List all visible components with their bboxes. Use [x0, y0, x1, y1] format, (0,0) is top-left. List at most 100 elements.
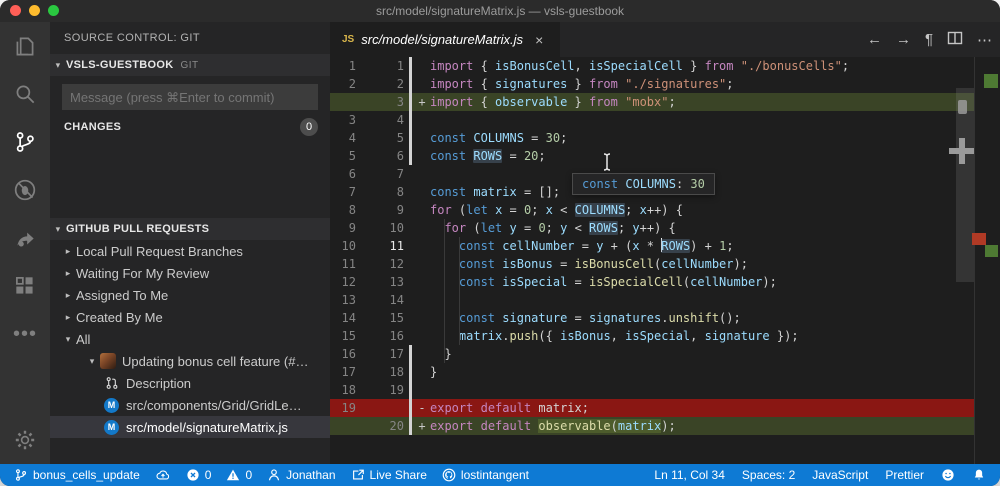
tree-item[interactable]: ▸Assigned To Me: [50, 284, 330, 306]
status-label: 0: [245, 468, 252, 482]
editor-scrollbar[interactable]: [956, 88, 975, 282]
search-icon: [12, 81, 38, 107]
status-warnings[interactable]: 0: [226, 468, 252, 482]
status-bar-right: Ln 11, Col 34 Spaces: 2 JavaScript Prettier: [654, 468, 986, 482]
status-user[interactable]: Jonathan: [267, 468, 335, 482]
status-errors[interactable]: 0: [186, 468, 212, 482]
status-live-share[interactable]: Live Share: [351, 468, 427, 482]
more-actions-button[interactable]: ⋯: [977, 31, 992, 49]
zoom-window-button[interactable]: [48, 5, 59, 16]
code-line[interactable]: 89for (let x = 0; x < COLUMNS; x++) {: [330, 201, 974, 219]
toggle-render-whitespace-button[interactable]: ¶: [925, 31, 933, 48]
git-pull-request-icon: [104, 375, 120, 391]
code-line[interactable]: 22import { signatures } from "./signatur…: [330, 75, 974, 93]
activity-share-button[interactable]: [0, 214, 50, 262]
code-line[interactable]: 1516 matrix.push({ isBonus, isSpecial, s…: [330, 327, 974, 345]
status-branch-indicator[interactable]: bonus_cells_update: [14, 468, 140, 482]
navigate-back-button[interactable]: ←: [867, 31, 882, 48]
status-label: bonus_cells_update: [33, 468, 140, 482]
tree-item[interactable]: ▸Created By Me: [50, 306, 330, 328]
activity-source-control-button[interactable]: [0, 118, 50, 166]
tree-item[interactable]: Msrc/model/signatureMatrix.js: [50, 416, 330, 438]
comment-range-bar: [404, 291, 414, 309]
activity-settings-button[interactable]: [0, 416, 50, 464]
github-pr-section-header[interactable]: ▾ GITHUB PULL REQUESTS: [50, 218, 330, 240]
code-line[interactable]: 1415 const signature = signatures.unshif…: [330, 309, 974, 327]
code-viewport[interactable]: 11import { isBonusCell, isSpecialCell } …: [330, 57, 1000, 464]
minimize-window-button[interactable]: [29, 5, 40, 16]
comment-range-bar: [404, 363, 414, 381]
status-cursor-position[interactable]: Ln 11, Col 34: [654, 468, 725, 482]
diff-marker: [414, 165, 430, 183]
diff-marker: [414, 309, 430, 327]
status-notifications[interactable]: [972, 468, 986, 482]
code-line[interactable]: 34: [330, 111, 974, 129]
activity-debug-disabled-button[interactable]: [0, 166, 50, 214]
add-comment-plus-icon[interactable]: [949, 148, 975, 154]
old-line-number: 17: [330, 363, 356, 381]
tree-item[interactable]: ▾All: [50, 328, 330, 350]
status-language-mode[interactable]: JavaScript: [812, 468, 868, 482]
status-github-account[interactable]: lostintangent: [442, 468, 529, 482]
status-sync[interactable]: [155, 468, 171, 482]
status-indentation[interactable]: Spaces: 2: [742, 468, 795, 482]
old-line-number: [330, 417, 356, 435]
close-window-button[interactable]: [10, 5, 21, 16]
activity-extensions-button[interactable]: [0, 262, 50, 310]
status-label: Live Share: [370, 468, 427, 482]
tree-item[interactable]: Msrc/components/Grid/GridLe…: [50, 394, 330, 416]
code-line[interactable]: 45const COLUMNS = 30;: [330, 129, 974, 147]
bell-icon: [972, 468, 986, 482]
tab-close-icon[interactable]: ×: [535, 32, 543, 48]
code-line[interactable]: 19-export default matrix;: [330, 399, 974, 417]
status-bar: bonus_cells_update 0 0 Jonathan Live Share lo…: [0, 464, 1000, 486]
commit-message-input[interactable]: [62, 84, 318, 110]
scm-provider-header[interactable]: ▾ VSLS-GUESTBOOK GIT: [50, 54, 330, 76]
code-line[interactable]: 20+export default observable(matrix);: [330, 417, 974, 435]
tree-item[interactable]: ▸Local Pull Request Branches: [50, 240, 330, 262]
scrollbar-handle[interactable]: [958, 100, 967, 114]
tree-item[interactable]: ▸Waiting For My Review: [50, 262, 330, 284]
status-label: lostintangent: [461, 468, 529, 482]
activity-search-button[interactable]: [0, 70, 50, 118]
chevron-expanded-icon: ▾: [50, 60, 66, 71]
tree-item[interactable]: ▾Updating bonus cell feature (#…: [50, 350, 330, 372]
old-line-number: 11: [330, 255, 356, 273]
code-line[interactable]: 1314: [330, 291, 974, 309]
ellipsis-icon: •••: [13, 329, 37, 339]
comment-range-bar: [404, 309, 414, 327]
status-bar-left: bonus_cells_update 0 0 Jonathan Live Share lo…: [14, 468, 529, 482]
changes-section-header[interactable]: CHANGES 0: [50, 116, 330, 138]
code-line[interactable]: 56const ROWS = 20;: [330, 147, 974, 165]
navigate-forward-button[interactable]: →: [896, 31, 911, 48]
code-line[interactable]: 1011 const cellNumber = y + (x * ROWS) +…: [330, 237, 974, 255]
code-line[interactable]: 910 for (let y = 0; y < ROWS; y++) {: [330, 219, 974, 237]
split-editor-button[interactable]: [947, 31, 963, 49]
status-feedback[interactable]: [941, 468, 955, 482]
code-text: export default matrix;: [430, 399, 589, 417]
activity-more-button[interactable]: •••: [0, 310, 50, 358]
code-line[interactable]: 1718}: [330, 363, 974, 381]
code-line[interactable]: 1617 }: [330, 345, 974, 363]
diff-marker: [414, 183, 430, 201]
window-controls: [10, 5, 59, 16]
error-icon: [186, 468, 200, 482]
status-formatter[interactable]: Prettier: [885, 468, 924, 482]
code-line[interactable]: 1213 const isSpecial = isSpecialCell(cel…: [330, 273, 974, 291]
activity-explorer-button[interactable]: [0, 22, 50, 70]
old-line-number: 2: [330, 75, 356, 93]
tree-item[interactable]: Description: [50, 372, 330, 394]
code-line[interactable]: 3+import { observable } from "mobx";: [330, 93, 974, 111]
code-line[interactable]: 11import { isBonusCell, isSpecialCell } …: [330, 57, 974, 75]
tree-item-label: Updating bonus cell feature (#…: [122, 354, 308, 369]
comment-range-bar: [404, 75, 414, 93]
code-line[interactable]: 1112 const isBonus = isBonusCell(cellNum…: [330, 255, 974, 273]
comment-range-bar: [404, 399, 414, 417]
code-line[interactable]: 1819: [330, 381, 974, 399]
code-text: const cellNumber = y + (x * ROWS) + 1;: [430, 237, 734, 255]
old-line-number: 7: [330, 183, 356, 201]
line-number: 10: [356, 219, 404, 237]
tree-item-label: Description: [126, 376, 191, 391]
modified-file-badge: M: [104, 420, 119, 435]
tab-signature-matrix[interactable]: JS src/model/signatureMatrix.js ×: [330, 22, 560, 57]
